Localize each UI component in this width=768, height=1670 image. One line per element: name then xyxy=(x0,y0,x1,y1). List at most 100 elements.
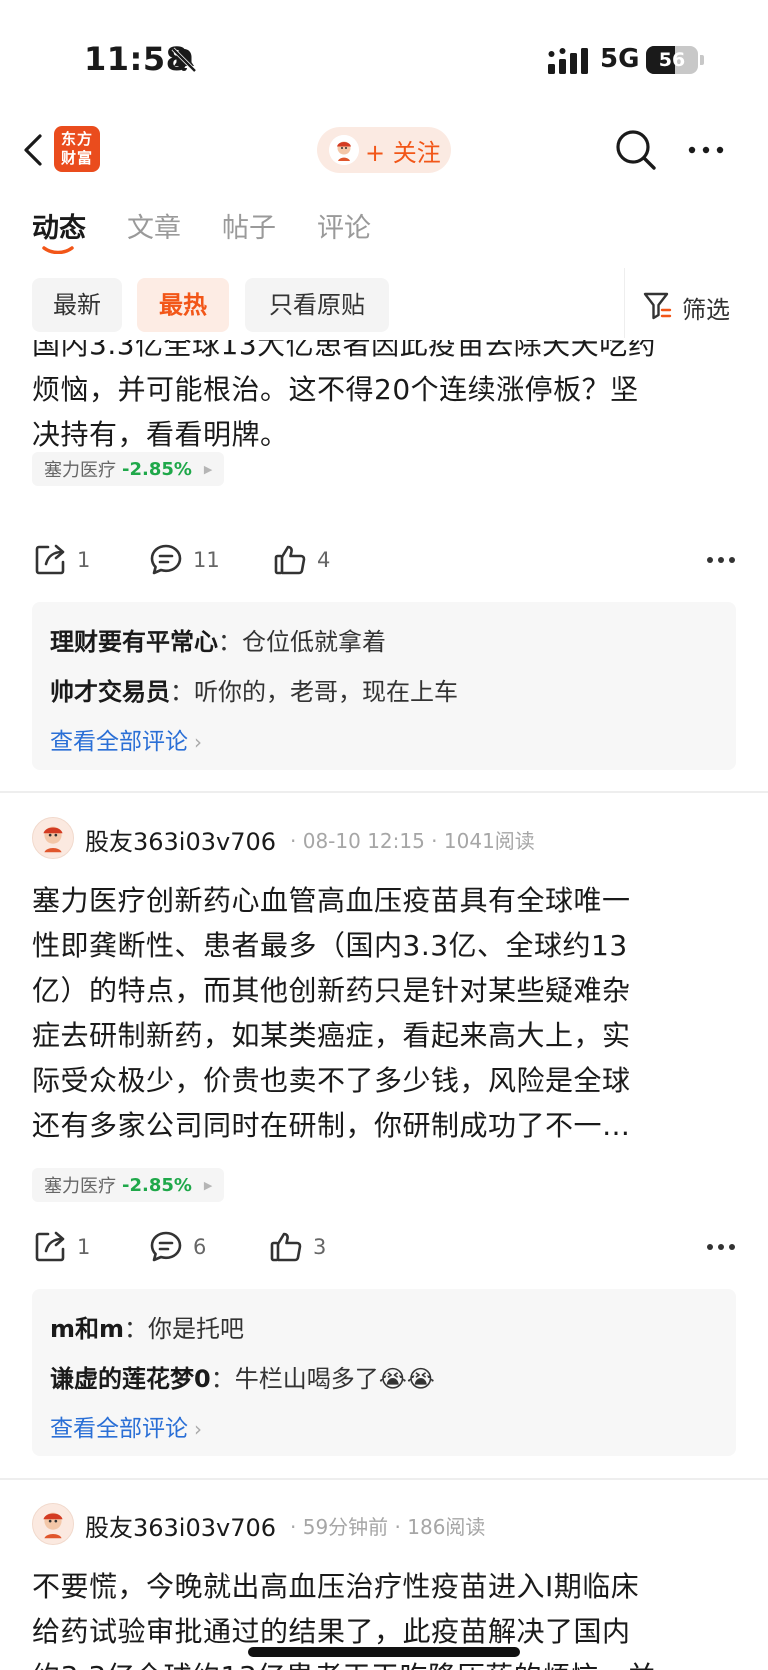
read-count: 1041阅读 xyxy=(443,829,535,853)
stock-name: 塞力医疗 xyxy=(44,1176,116,1197)
comment-author: 帅才交易员 xyxy=(50,678,170,706)
post-header: 股友363i03v706 · 59分钟前 · 186阅读 xyxy=(32,1503,736,1547)
comment-button[interactable]: 11 xyxy=(148,542,220,578)
like-button[interactable]: 3 xyxy=(268,1229,326,1265)
avatar[interactable] xyxy=(32,817,74,859)
post-divider xyxy=(0,1478,768,1480)
caret-right-icon: ▶ xyxy=(203,1178,213,1192)
battery-cap xyxy=(700,55,704,65)
comment-author: 谦虚的莲花梦0 xyxy=(50,1365,211,1393)
like-button[interactable]: 4 xyxy=(272,542,330,578)
post-line: 还有多家公司同时在研制，你研制成功了不一… xyxy=(32,1109,631,1142)
view-all-comments-link[interactable]: 查看全部评论 › xyxy=(50,722,202,756)
post-time: 59分钟前 xyxy=(302,1515,389,1539)
post-meta: · 08-10 12:15 · 1041阅读 xyxy=(290,829,535,853)
comment-preview[interactable]: m和m：你是托吧 谦虚的莲花梦0：牛栏山喝多了😭😭 查看全部评论 › xyxy=(32,1289,736,1456)
comment-preview[interactable]: 理财要有平常心：仓位低就拿着 帅才交易员：听你的，老哥，现在上车 查看全部评论 › xyxy=(32,602,736,770)
post-line: 烦恼，并可能根治。这不得20个连续涨停板？坚 xyxy=(32,373,639,406)
share-icon xyxy=(35,544,65,575)
logo-line: 东方 xyxy=(60,130,93,148)
more-icon[interactable] xyxy=(706,554,736,566)
post-line: 不要慌，今晚就出高血压治疗性疫苗进入I期临床 xyxy=(32,1570,640,1603)
share-button[interactable]: 1 xyxy=(32,1229,90,1265)
battery-icon: 56 xyxy=(646,46,698,74)
post-meta: · 59分钟前 · 186阅读 xyxy=(290,1515,486,1539)
network-label: 5G xyxy=(600,44,640,74)
comment-text: 牛栏山喝多了😭😭 xyxy=(234,1365,435,1393)
share-button[interactable]: 1 xyxy=(32,542,90,578)
tab-dynamics[interactable]: 动态 xyxy=(32,206,86,245)
view-all-label: 查看全部评论 xyxy=(50,729,188,755)
comment-button[interactable]: 6 xyxy=(148,1229,206,1265)
status-bar: 11:58 5G 56 xyxy=(0,0,768,120)
avatar[interactable] xyxy=(32,1503,74,1545)
post-line: 症去研制新药，如某类癌症，看起来高大上，实 xyxy=(32,1019,631,1052)
post-body[interactable]: 塞力医疗创新药心血管高血压疫苗具有全球唯一 性即龚断性、患者最多（国内3.3亿、… xyxy=(32,878,732,1148)
chevron-right-icon: › xyxy=(194,730,202,754)
thumbs-up-icon xyxy=(274,545,306,575)
comment-text: 听你的，老哥，现在上车 xyxy=(194,678,458,706)
nav-bar: 东方 财富 + 关注 xyxy=(0,120,768,190)
comment-item[interactable]: 理财要有平常心：仓位低就拿着 xyxy=(50,622,386,657)
comment-item[interactable]: 谦虚的莲花梦0：牛栏山喝多了😭😭 xyxy=(50,1359,435,1394)
tab-articles[interactable]: 文章 xyxy=(127,206,181,245)
chevron-right-icon: › xyxy=(194,1417,202,1441)
post-line: 际受众极少，价贵也卖不了多少钱，风险是全球 xyxy=(32,1064,631,1097)
more-icon[interactable] xyxy=(706,1241,736,1253)
post-time: 08-10 12:15 xyxy=(302,829,425,853)
author-name[interactable]: 股友363i03v706 xyxy=(85,822,276,857)
stock-change: -2.85% xyxy=(122,458,192,480)
chip-latest[interactable]: 最新 xyxy=(32,278,122,332)
stock-tag[interactable]: 塞力医疗 -2.85% ▶ xyxy=(32,452,225,486)
home-indicator xyxy=(248,1647,520,1657)
more-icon[interactable] xyxy=(686,138,726,162)
tab-indicator xyxy=(42,246,74,254)
read-count: 186阅读 xyxy=(407,1515,486,1539)
post-line: 塞力医疗创新药心血管高血压疫苗具有全球唯一 xyxy=(32,884,631,917)
chip-hottest[interactable]: 最热 xyxy=(137,278,229,332)
comment-count: 11 xyxy=(193,548,220,572)
follow-label: + 关注 xyxy=(365,138,441,167)
follow-button[interactable]: + 关注 xyxy=(317,127,451,173)
comment-count: 6 xyxy=(193,1235,207,1259)
comment-icon xyxy=(150,544,182,575)
like-count: 3 xyxy=(313,1235,327,1259)
comment-author: m和m xyxy=(50,1315,125,1343)
share-count: 1 xyxy=(77,548,91,572)
comment-text: 仓位低就拿着 xyxy=(242,628,386,656)
comment-author: 理财要有平常心 xyxy=(50,628,218,656)
view-all-label: 查看全部评论 xyxy=(50,1416,188,1442)
avatar xyxy=(329,135,359,165)
post-line: 性即龚断性、患者最多（国内3.3亿、全球约13 xyxy=(32,929,628,962)
view-all-comments-link[interactable]: 查看全部评论 › xyxy=(50,1409,202,1443)
stock-tag[interactable]: 塞力医疗 -2.85% ▶ xyxy=(32,1168,225,1202)
tab-posts[interactable]: 帖子 xyxy=(222,206,276,245)
caret-right-icon: ▶ xyxy=(203,462,213,476)
filter-icon[interactable] xyxy=(642,290,672,322)
filter-row: 最新 最热 只看原贴 筛选 xyxy=(0,260,768,340)
post-header: 股友363i03v706 · 08-10 12:15 · 1041阅读 xyxy=(32,817,736,861)
back-icon[interactable] xyxy=(18,130,48,170)
post-line: 决持有，看看明牌。 xyxy=(32,418,289,451)
search-icon[interactable] xyxy=(614,128,658,172)
divider xyxy=(624,268,625,338)
comment-text: 你是托吧 xyxy=(148,1315,245,1343)
post-body[interactable]: 国内3.3亿全球13大亿患者因此疫苗去除天天吃药 烦恼，并可能根治。这不得20个… xyxy=(32,322,732,457)
chip-original-only[interactable]: 只看原贴 xyxy=(245,278,389,332)
share-count: 1 xyxy=(77,1235,91,1259)
tab-comments[interactable]: 评论 xyxy=(317,206,371,245)
stock-name: 塞力医疗 xyxy=(44,460,116,481)
signal-icon xyxy=(548,48,588,74)
battery-level: 56 xyxy=(658,49,686,71)
filter-button[interactable]: 筛选 xyxy=(682,290,730,325)
like-count: 4 xyxy=(317,548,331,572)
bell-slash-icon xyxy=(171,47,197,73)
author-name[interactable]: 股友363i03v706 xyxy=(85,1508,276,1543)
stock-change: -2.85% xyxy=(122,1174,192,1196)
post-actions: 1 6 3 xyxy=(32,1229,736,1269)
logo-line: 财富 xyxy=(60,149,93,167)
app-logo[interactable]: 东方 财富 xyxy=(54,126,100,172)
comment-item[interactable]: 帅才交易员：听你的，老哥，现在上车 xyxy=(50,672,458,707)
share-icon xyxy=(35,1231,65,1262)
comment-item[interactable]: m和m：你是托吧 xyxy=(50,1309,244,1344)
